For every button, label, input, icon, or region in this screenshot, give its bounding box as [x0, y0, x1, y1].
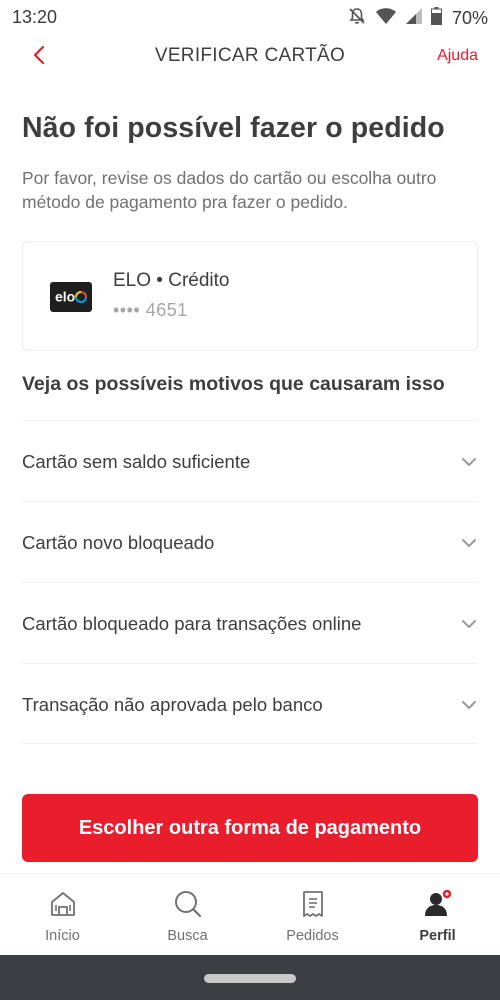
chevron-down-icon: [462, 701, 476, 709]
status-bar: 13:20 70%: [0, 0, 500, 34]
chevron-down-icon: [462, 539, 476, 547]
battery-percentage: 70%: [451, 8, 488, 28]
page-heading: Não foi possível fazer o pedido: [22, 112, 445, 144]
nav-item-inicio[interactable]: Início: [0, 874, 125, 956]
elo-logo-text: elo: [55, 289, 75, 305]
card-name: ELO • Crédito: [113, 270, 230, 291]
status-icons: 70%: [347, 6, 488, 31]
nav-item-perfil[interactable]: Perfil: [375, 874, 500, 956]
battery-icon: [430, 7, 442, 30]
reason-item[interactable]: Transação não aprovada pelo banco: [22, 663, 478, 744]
notifications-off-icon: [347, 6, 367, 31]
profile-icon: [424, 889, 452, 916]
page-description: Por favor, revise os dados do cartão ou …: [22, 168, 437, 212]
nav-label: Perfil: [419, 928, 456, 944]
reasons-list: Cartão sem saldo suficiente Cartão novo …: [22, 420, 478, 744]
nav-label: Pedidos: [286, 928, 339, 944]
search-icon: [174, 891, 201, 918]
reason-label: Transação não aprovada pelo banco: [22, 694, 323, 715]
chevron-down-icon: [462, 620, 476, 628]
receipt-icon: [302, 891, 323, 917]
home-gesture-pill[interactable]: [204, 974, 296, 983]
reason-item[interactable]: Cartão novo bloqueado: [22, 501, 478, 582]
status-time: 13:20: [12, 7, 58, 27]
nav-item-busca[interactable]: Busca: [125, 874, 250, 956]
help-link[interactable]: Ajuda: [437, 47, 478, 65]
choose-other-payment-button[interactable]: Escolher outra forma de pagamento: [22, 794, 478, 862]
home-icon: [50, 892, 75, 916]
nav-label: Início: [45, 928, 80, 944]
reason-label: Cartão bloqueado para transações online: [22, 613, 362, 634]
reason-label: Cartão sem saldo suficiente: [22, 451, 251, 472]
header-title: VERIFICAR CARTÃO: [154, 45, 346, 66]
reason-label: Cartão novo bloqueado: [22, 532, 215, 553]
system-nav-bar: [0, 955, 500, 1000]
reason-item[interactable]: Cartão sem saldo suficiente: [22, 420, 478, 501]
payment-card: elo ELO • Crédito •••• 4651: [22, 241, 478, 351]
wifi-icon: [375, 7, 397, 30]
bottom-nav: Início Busca Pedidos Perfil: [0, 873, 500, 955]
signal-icon: [405, 7, 423, 30]
nav-item-pedidos[interactable]: Pedidos: [250, 874, 375, 956]
reasons-heading: Veja os possíveis motivos que causaram i…: [22, 373, 445, 395]
card-number: •••• 4651: [113, 300, 188, 320]
app-header: VERIFICAR CARTÃO Ajuda: [0, 34, 500, 80]
elo-logo: elo: [50, 282, 92, 312]
nav-label: Busca: [167, 928, 208, 944]
reason-item[interactable]: Cartão bloqueado para transações online: [22, 582, 478, 663]
chevron-down-icon: [462, 458, 476, 466]
